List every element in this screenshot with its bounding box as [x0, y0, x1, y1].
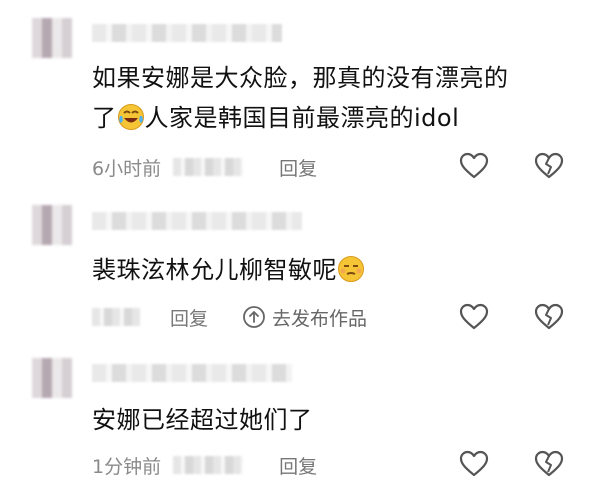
reply-button[interactable]: 回复 — [170, 304, 208, 331]
broken-heart-icon[interactable] — [533, 301, 565, 333]
comment-meta: 6小时前 回复 — [92, 152, 317, 182]
heart-outline-icon[interactable] — [458, 150, 490, 182]
username[interactable] — [92, 24, 282, 42]
smirk-emoji — [338, 256, 364, 282]
reply-button[interactable]: 回复 — [279, 452, 317, 479]
repost-label: 去发布作品 — [272, 307, 368, 330]
comment-line: 如果安娜是大众脸，那真的没有漂亮的 — [92, 64, 509, 92]
avatar[interactable] — [32, 18, 72, 58]
comment-text: 裴珠泫林允儿柳智敏呢 — [92, 250, 540, 290]
comment-meta: 回复 去发布作品 — [92, 302, 367, 332]
comment-fragment: 人家是韩国目前最漂亮的idol — [144, 104, 460, 132]
username[interactable] — [92, 212, 302, 230]
comment-line: 了 人家是韩国目前最漂亮的idol — [92, 98, 540, 138]
reply-button[interactable]: 回复 — [279, 154, 317, 181]
comment-fragment: 了 — [92, 104, 117, 132]
repost-button[interactable]: 去发布作品 — [242, 304, 367, 331]
location-blurred — [173, 158, 244, 176]
timestamp: 1分钟前 — [92, 455, 162, 478]
heart-outline-icon[interactable] — [458, 301, 490, 333]
comment-text: 如果安娜是大众脸，那真的没有漂亮的 了 人家是韩国目前最漂亮的idol — [92, 58, 540, 138]
avatar[interactable] — [32, 358, 72, 398]
broken-heart-icon[interactable] — [533, 448, 565, 480]
laugh-cry-emoji — [117, 104, 144, 130]
timestamp-blurred — [92, 308, 140, 326]
location-blurred — [173, 456, 244, 474]
heart-outline-icon[interactable] — [458, 448, 490, 480]
comment-fragment: 裴珠泫林允儿柳智敏呢 — [92, 256, 337, 284]
broken-heart-icon[interactable] — [533, 150, 565, 182]
up-arrow-circle-icon — [243, 306, 265, 328]
username[interactable] — [92, 364, 292, 382]
comment-meta: 1分钟前 回复 — [92, 450, 317, 480]
comment-text: 安娜已经超过她们了 — [92, 406, 313, 434]
avatar[interactable] — [32, 205, 72, 245]
timestamp: 6小时前 — [92, 157, 162, 180]
